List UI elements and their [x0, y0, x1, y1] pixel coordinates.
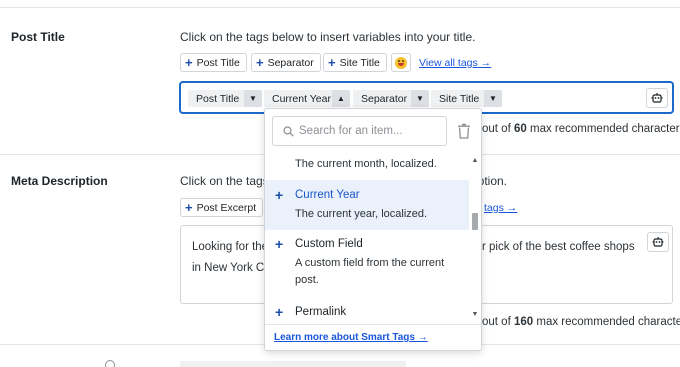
counter-tail: max recommended characters. [529, 123, 680, 135]
insert-post-excerpt-button[interactable]: + Post Excerpt [180, 198, 264, 217]
plus-icon: + [275, 304, 284, 320]
robot-icon [651, 93, 663, 103]
list-item-custom-field[interactable]: + Custom Field A custom field from the c… [265, 231, 469, 296]
chevron-down-icon[interactable]: ▼ [484, 90, 502, 107]
post-title-label: Post Title [11, 30, 65, 44]
list-scrollbar[interactable]: ▲ ▼ [469, 153, 481, 323]
ai-generate-title-button[interactable] [646, 88, 668, 108]
counter-tail: max recommended characters. [536, 316, 680, 328]
insert-separator-button[interactable]: + Separator [251, 53, 321, 72]
smiley-emoji-icon [395, 56, 407, 69]
chip-current-year[interactable]: Current Year ▲ [264, 90, 350, 107]
view-all-tags-link[interactable]: View all tags → [419, 57, 491, 69]
smart-tags-list: The current month, localized. + Current … [265, 153, 469, 323]
emoji-picker-button[interactable] [391, 53, 411, 72]
chip-post-title[interactable]: Post Title ▼ [188, 90, 262, 107]
plus-icon: + [328, 55, 336, 70]
meta-description-char-counter: out of 160 max recommended characters. [482, 316, 680, 328]
scroll-thumb[interactable] [472, 213, 478, 230]
item-description-line2: post. [295, 274, 319, 286]
scroll-down-icon[interactable]: ▼ [471, 311, 479, 319]
item-name: Permalink [295, 306, 347, 318]
meta-description-help: Click on the tags [180, 174, 269, 188]
chip-site-title-label: Site Title [439, 92, 480, 105]
robot-icon [652, 237, 664, 247]
chip-separator-label: Separator [361, 92, 408, 105]
view-all-tags-link[interactable]: tags → [484, 202, 517, 214]
smart-tags-search-input[interactable] [299, 121, 439, 141]
counter-max: 60 [513, 123, 527, 135]
post-title-char-counter: out of 60 max recommended characters. [482, 123, 680, 135]
top-divider [0, 7, 680, 8]
counter-prefix: out of [482, 316, 511, 328]
insert-separator-label: Separator [267, 56, 314, 69]
item-description: A custom field from the current [295, 257, 445, 269]
list-item-permalink[interactable]: + Permalink [265, 298, 469, 323]
plus-icon: + [185, 200, 193, 215]
plus-icon: + [275, 187, 284, 203]
plus-icon: + [256, 55, 264, 70]
dropdown-footer: Learn more about Smart Tags → [265, 324, 481, 350]
insert-site-title-button[interactable]: + Site Title [323, 53, 387, 72]
help-icon[interactable] [105, 360, 115, 367]
list-item[interactable]: The current month, localized. [265, 153, 469, 177]
plus-icon: + [185, 55, 193, 70]
insert-post-title-label: Post Title [196, 56, 240, 69]
smart-tags-dropdown: The current month, localized. + Current … [264, 108, 482, 351]
trash-icon[interactable] [457, 123, 471, 139]
counter-max: 160 [513, 316, 534, 328]
chevron-down-icon[interactable]: ▼ [411, 90, 429, 107]
insert-site-title-label: Site Title [339, 56, 380, 69]
scroll-up-icon[interactable]: ▲ [471, 157, 479, 165]
chip-separator[interactable]: Separator ▼ [353, 90, 429, 107]
learn-more-smart-tags-link[interactable]: Learn more about Smart Tags → [274, 332, 428, 343]
smart-tags-search[interactable] [272, 116, 447, 146]
item-description: The current month, localized. [295, 158, 437, 170]
plus-icon: + [275, 236, 284, 252]
meta-description-text-line1-end: r pick of the best coffee shops [482, 241, 635, 253]
insert-post-title-button[interactable]: + Post Title [180, 53, 247, 72]
post-title-help: Click on the tags below to insert variab… [180, 30, 476, 44]
chip-post-title-label: Post Title [196, 92, 240, 105]
search-icon [283, 126, 294, 137]
chevron-down-icon[interactable]: ▼ [244, 90, 262, 107]
item-name: Custom Field [295, 238, 363, 250]
chip-current-year-label: Current Year [272, 92, 331, 105]
counter-prefix: out of [482, 123, 511, 135]
next-field-placeholder [180, 361, 406, 367]
item-name: Current Year [295, 189, 360, 201]
item-description: The current year, localized. [295, 208, 428, 220]
meta-description-label: Meta Description [11, 174, 108, 188]
list-item-current-year[interactable]: + Current Year The current year, localiz… [265, 180, 469, 230]
insert-post-excerpt-label: Post Excerpt [196, 201, 257, 214]
ai-generate-description-button[interactable] [647, 232, 669, 252]
chip-site-title[interactable]: Site Title ▼ [431, 90, 502, 107]
meta-description-text-line2: in New York Cit [192, 262, 270, 274]
chevron-up-icon[interactable]: ▲ [332, 90, 350, 107]
meta-description-text-line1: Looking for the [192, 241, 269, 253]
